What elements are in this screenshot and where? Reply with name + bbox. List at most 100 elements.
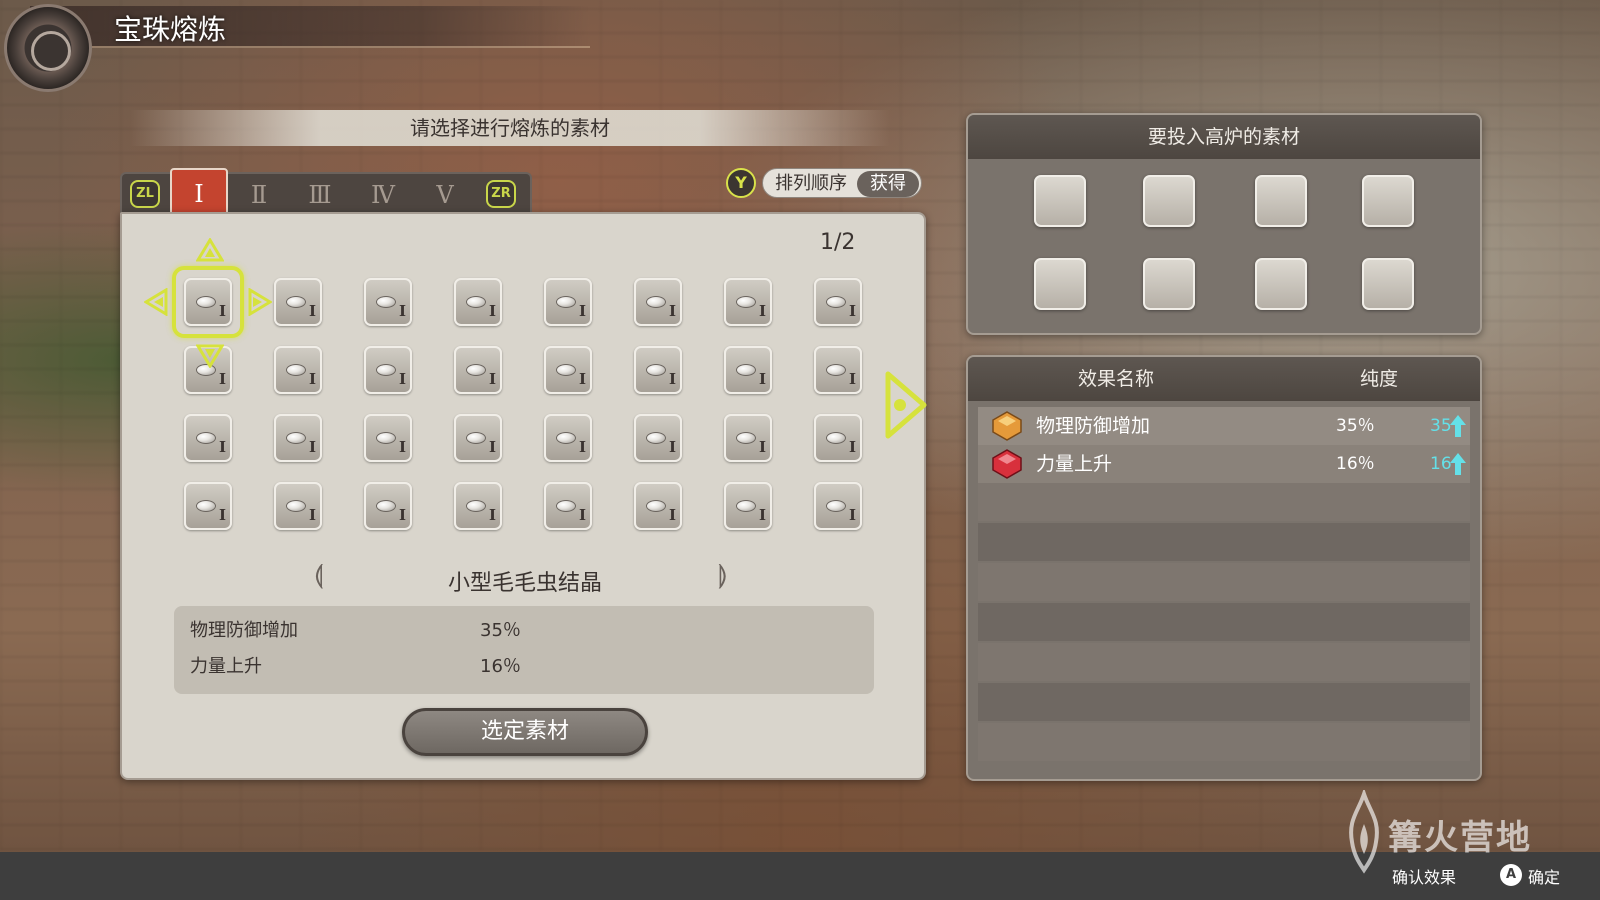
material-slot[interactable]: I [634, 414, 682, 462]
select-material-button[interactable]: 选定素材 [402, 708, 648, 756]
purity-up-arrow-icon [1450, 415, 1466, 437]
crystal-icon [556, 364, 576, 376]
crystal-icon [736, 364, 756, 376]
effect-purity: 35％ [1336, 416, 1375, 436]
material-slot[interactable]: I [364, 346, 412, 394]
watermark-logo: 篝火营地 [1340, 790, 1580, 880]
crystal-icon [646, 500, 666, 512]
material-slot[interactable]: I [814, 482, 862, 530]
rank-label: I [489, 370, 497, 388]
material-slot[interactable]: I [454, 414, 502, 462]
furnace-slot[interactable] [1034, 258, 1086, 310]
rank-label: I [849, 506, 857, 524]
furnace-slot[interactable] [1034, 175, 1086, 227]
material-slot[interactable]: I [544, 346, 592, 394]
empty-effect-row [978, 723, 1470, 761]
material-slot[interactable]: I [364, 482, 412, 530]
rank-label: I [399, 302, 407, 320]
material-slot[interactable]: I [454, 346, 502, 394]
crystal-icon [286, 364, 306, 376]
rank-label: I [309, 370, 317, 388]
material-slot[interactable]: I [634, 482, 682, 530]
rank-label: I [849, 438, 857, 456]
zr-button-icon[interactable]: ZR [486, 180, 516, 208]
item-effects-box: 物理防御增加 35％ 力量上升 16％ [174, 606, 874, 694]
material-slot[interactable]: I [724, 346, 772, 394]
material-slot[interactable]: I [814, 346, 862, 394]
tab-rank-4[interactable]: Ⅳ [354, 178, 412, 212]
rank-label: I [489, 506, 497, 524]
crystal-icon [376, 364, 396, 376]
furnace-slot[interactable] [1362, 175, 1414, 227]
material-slot[interactable]: I [364, 278, 412, 326]
effect-list-row: 力量上升 16％ 16 [978, 445, 1470, 483]
rank-label: I [399, 438, 407, 456]
effect-new-purity: 35 [1430, 416, 1452, 436]
rank-label: I [399, 370, 407, 388]
rank-label: I [759, 370, 767, 388]
cursor-left-arrow-icon [144, 288, 168, 316]
effects-list-header: 效果名称 纯度 [968, 357, 1480, 401]
material-slot[interactable]: I [724, 278, 772, 326]
page-indicator: 1/2 [820, 230, 856, 255]
furnace-slot[interactable] [1362, 258, 1414, 310]
material-slot[interactable]: I [634, 346, 682, 394]
next-page-arrow-icon[interactable] [884, 370, 928, 440]
flame-logo-icon [1349, 790, 1379, 874]
material-slot[interactable]: I [454, 278, 502, 326]
crystal-icon [646, 432, 666, 444]
tab-rank-2[interactable]: Ⅱ [234, 178, 284, 212]
material-slot[interactable]: I [274, 414, 322, 462]
material-slot[interactable]: I [274, 482, 322, 530]
crystal-icon [556, 500, 576, 512]
sort-order-pill[interactable]: 排列顺序 获得 [762, 168, 922, 198]
furnace-slot[interactable] [1143, 258, 1195, 310]
material-slot[interactable]: I [724, 414, 772, 462]
rank-label: I [669, 438, 677, 456]
material-slot[interactable]: I [814, 414, 862, 462]
tab-rank-5[interactable]: Ⅴ [418, 178, 472, 212]
crystal-icon [646, 364, 666, 376]
material-slot[interactable]: I [274, 278, 322, 326]
crystal-icon [196, 432, 216, 444]
material-slot[interactable]: I [544, 414, 592, 462]
rank-tabs: ZL Ⅰ Ⅱ Ⅲ Ⅳ Ⅴ ZR [120, 168, 532, 216]
furnace-slot[interactable] [1255, 258, 1307, 310]
effect-name: 力量上升 [1036, 453, 1113, 475]
material-slot[interactable]: I [364, 414, 412, 462]
material-slot[interactable]: I [814, 278, 862, 326]
purity-up-arrow-icon [1450, 453, 1466, 475]
tab-rank-1[interactable]: Ⅰ [170, 168, 228, 216]
material-slot[interactable]: I [544, 482, 592, 530]
crystal-icon [826, 296, 846, 308]
y-button-icon[interactable]: Y [726, 168, 756, 198]
furnace-slot[interactable] [1255, 175, 1307, 227]
sort-value[interactable]: 获得 [857, 171, 919, 197]
material-slot[interactable]: I [454, 482, 502, 530]
material-slot[interactable]: I [634, 278, 682, 326]
crystal-icon [556, 432, 576, 444]
crystal-icon [466, 500, 486, 512]
crystal-icon [286, 432, 306, 444]
rank-label: I [309, 438, 317, 456]
empty-effect-row [978, 683, 1470, 721]
zl-button-icon[interactable]: ZL [130, 180, 160, 208]
crystal-icon [466, 364, 486, 376]
material-slot[interactable]: I [544, 278, 592, 326]
selection-cursor [172, 266, 244, 338]
red-gem-icon [992, 449, 1022, 479]
crystal-icon [286, 500, 306, 512]
material-slot[interactable]: I [184, 414, 232, 462]
rank-label: I [669, 506, 677, 524]
material-slot[interactable]: I [274, 346, 322, 394]
tab-rank-3[interactable]: Ⅲ [292, 178, 348, 212]
rank-label: I [669, 370, 677, 388]
rank-label: I [219, 506, 227, 524]
material-slot[interactable]: I [724, 482, 772, 530]
crystal-icon [736, 500, 756, 512]
furnace-slot[interactable] [1143, 175, 1195, 227]
rank-label: I [219, 438, 227, 456]
instruction-banner: 请选择进行熔炼的素材 [130, 110, 890, 146]
crystal-icon [376, 296, 396, 308]
material-slot[interactable]: I [184, 482, 232, 530]
